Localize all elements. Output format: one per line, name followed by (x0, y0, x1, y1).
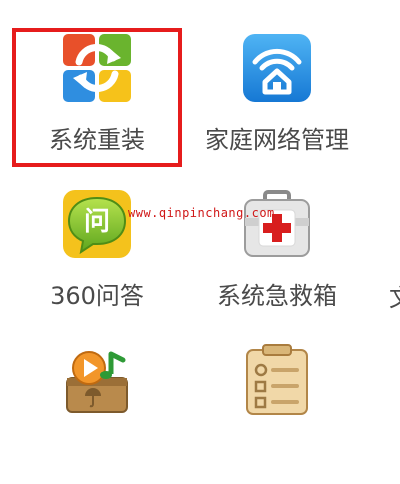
svg-text:问: 问 (84, 207, 110, 237)
notepad-settings-icon (241, 344, 313, 416)
tile-label: 系统急救箱 (217, 282, 337, 310)
tile-label: 360问答 (50, 282, 144, 310)
home-network-icon (241, 32, 313, 104)
tile-notepad-settings[interactable] (182, 344, 372, 484)
tile-home-network[interactable]: 家庭网络管理 (182, 32, 372, 172)
tile-label: 家庭网络管理 (205, 126, 349, 154)
tile-media-box[interactable] (2, 344, 192, 484)
first-aid-kit-icon (241, 188, 313, 260)
selection-highlight (12, 28, 182, 167)
clipped-tile-label: 文 (389, 278, 400, 313)
media-box-icon (61, 344, 133, 416)
watermark-text: www.qinpinchang.com (128, 206, 275, 220)
qa-chat-icon: 问 (61, 188, 133, 260)
